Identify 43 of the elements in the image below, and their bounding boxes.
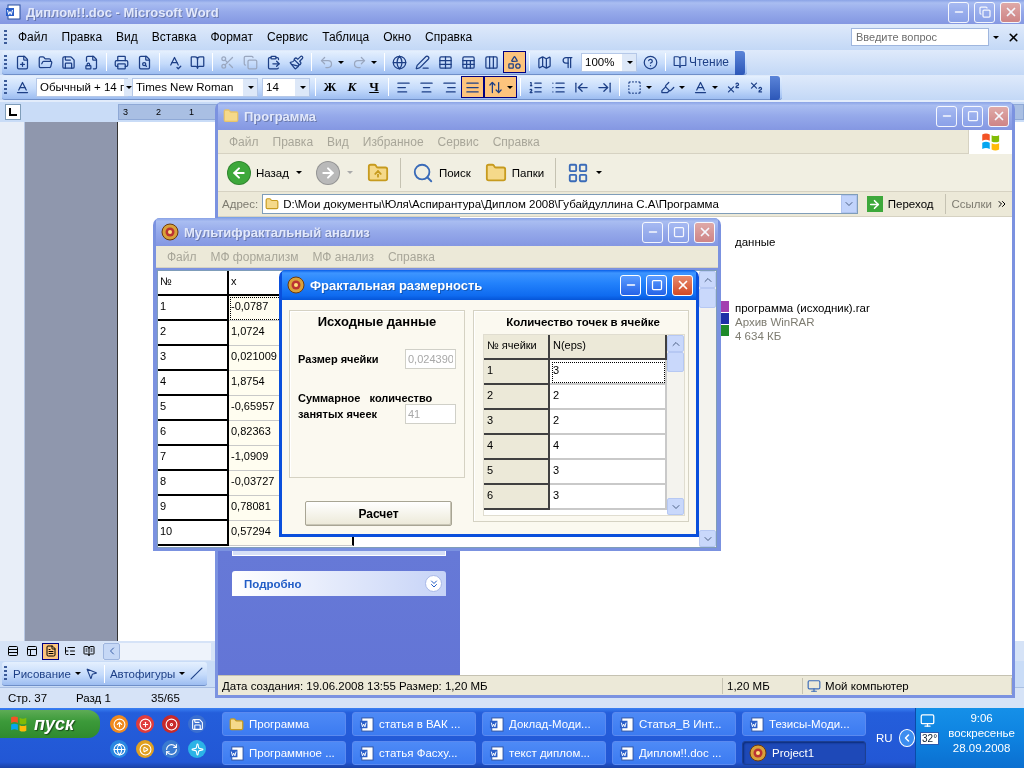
clock-time: 9:06 <box>970 711 993 726</box>
row-number: 1 <box>484 360 550 385</box>
clock-weekday: воскресенье <box>948 726 1015 741</box>
field-label: Суммарное количество <box>298 392 434 404</box>
row-number: 1 <box>158 296 229 321</box>
status-text: 1,20 МБ <box>723 677 803 694</box>
row-number: 5 <box>158 396 229 421</box>
group-title: Исходные данные <box>316 314 438 329</box>
window-title: Диплом!!.doc - Microsoft Word <box>26 4 220 20</box>
clock-date: 28.09.2008 <box>952 741 1011 756</box>
window-title: Мультифрактальный анализ <box>184 224 371 240</box>
row-number: 6 <box>158 421 229 446</box>
status-text: 35/65 <box>150 692 181 704</box>
row-number: 2 <box>158 321 229 346</box>
status-text: Разд 1 <box>75 692 112 704</box>
field-label: занятых ячеек <box>298 408 377 420</box>
column-header: № ячейки <box>484 335 550 360</box>
ruler-number: 2 <box>156 107 162 117</box>
file-size: 4 634 КБ <box>735 329 783 343</box>
column-header: № <box>158 271 229 296</box>
row-number: 3 <box>484 410 550 435</box>
links-label: Ссылки <box>951 198 992 210</box>
row-number: 8 <box>158 471 229 496</box>
file-type: Архив WinRAR <box>735 315 816 329</box>
address-label: Адрес: <box>222 198 259 210</box>
row-number: 9 <box>158 496 229 521</box>
column-header: N(eps) <box>550 335 667 360</box>
row-number: 5 <box>484 460 550 485</box>
row-number: 10 <box>158 521 229 546</box>
row-number: 4 <box>158 371 229 396</box>
row-number: 2 <box>484 385 550 410</box>
row-number: 3 <box>158 346 229 371</box>
row-number: 6 <box>484 485 550 510</box>
status-text: Стр. 37 <box>7 692 49 704</box>
field-label: Размер ячейки <box>298 353 379 365</box>
row-number: 7 <box>158 446 229 471</box>
status-text: Мой компьютер <box>803 677 1012 694</box>
window-title: Программа <box>244 108 318 124</box>
status-text: Дата создания: 19.06.2008 13:55 Размер: 1,20 МБ <box>218 677 723 694</box>
row-number: 4 <box>484 435 550 460</box>
group-title: Количество точек в ячейке <box>505 316 661 328</box>
ruler-number: 1 <box>189 107 195 117</box>
ruler-number: 3 <box>123 107 128 117</box>
